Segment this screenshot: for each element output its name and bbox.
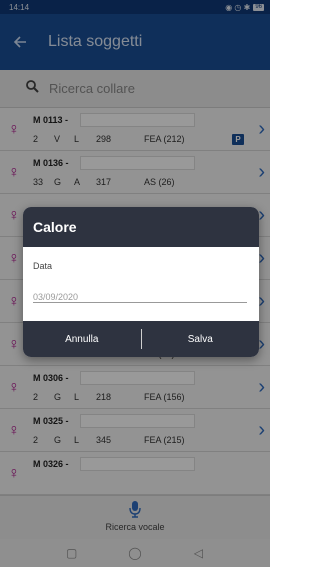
date-field-label: Data: [33, 261, 53, 271]
date-field[interactable]: [33, 287, 247, 303]
dialog-title: Calore: [23, 207, 259, 247]
heat-dialog: Calore Data Annulla Salva: [23, 207, 259, 357]
save-button[interactable]: Salva: [142, 321, 260, 357]
date-input[interactable]: [33, 292, 247, 302]
dialog-actions: Annulla Salva: [23, 321, 259, 357]
cancel-button[interactable]: Annulla: [23, 321, 141, 357]
